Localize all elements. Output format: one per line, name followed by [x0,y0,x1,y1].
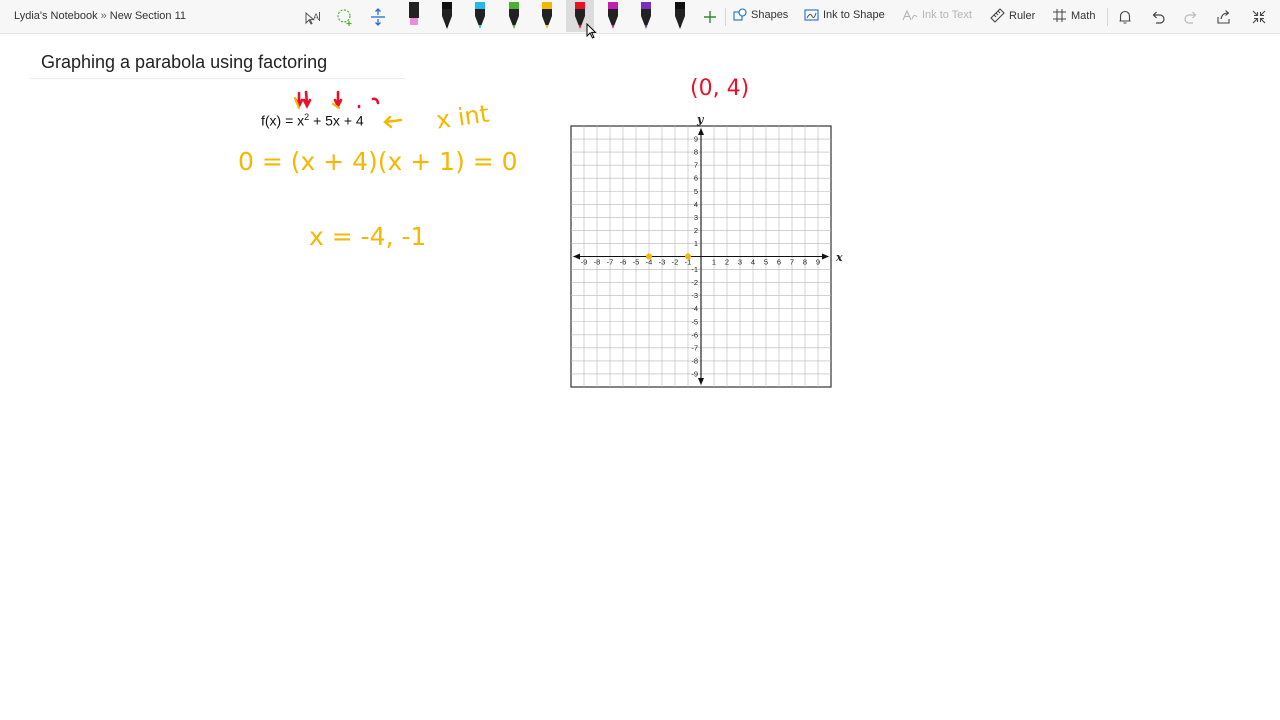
y-tick-label: 6 [694,174,698,183]
y-tick-label: -8 [691,356,698,365]
y-tick-label: 7 [694,161,698,170]
x-tick-label: -3 [659,258,666,267]
y-tick-label: -5 [691,317,698,326]
y-tick-label: -4 [691,304,698,313]
y-tick-label: 3 [694,213,698,222]
x-tick-label: 4 [751,258,755,267]
x-tick-label: -5 [633,258,640,267]
y-tick-label: 1 [694,239,698,248]
y-tick-label: 8 [694,148,698,157]
x-tick-label: 3 [738,258,742,267]
x-tick-label: 6 [777,258,781,267]
x-axis-label: x [835,251,843,264]
y-tick-label: 9 [694,135,698,144]
x-tick-label: -6 [620,258,627,267]
x-tick-label: -8 [594,258,601,267]
red-arrow-marks [294,90,380,109]
x-tick-label: 5 [764,258,768,267]
y-tick-label: -6 [691,330,698,339]
vertex-note: (0, 4) [690,76,749,101]
pointer-arrow [383,115,403,129]
x-tick-label: 7 [790,258,794,267]
y-tick-label: 2 [694,226,698,235]
plotted-point [646,253,652,260]
y-tick-label: -1 [691,265,698,274]
y-tick-label: -2 [691,278,698,287]
x-tick-label: -9 [581,258,588,267]
roots-note: x = -4, -1 [309,222,426,251]
y-tick-label: 4 [694,200,698,209]
y-tick-label: -9 [691,369,698,378]
x-tick-label: 2 [725,258,729,267]
x-int-note: x int [434,99,491,134]
x-tick-label: 1 [712,258,716,267]
y-tick-label: -7 [691,343,698,352]
x-tick-label: 9 [816,258,820,267]
y-tick-label: 5 [694,187,698,196]
factored-note: 0 = (x + 4)(x + 1) = 0 [238,147,518,176]
x-tick-label: -2 [672,258,679,267]
x-tick-label: -7 [607,258,614,267]
y-tick-label: -3 [691,291,698,300]
y-axis-label: y [696,113,705,126]
x-tick-label: 8 [803,258,807,267]
coordinate-graph[interactable]: -9 -8 -7 -6 -5 -4 -3 -2 -1 1 2 3 4 5 6 7 8 9987654321-1-2… [570,112,850,402]
plotted-point [685,253,691,260]
